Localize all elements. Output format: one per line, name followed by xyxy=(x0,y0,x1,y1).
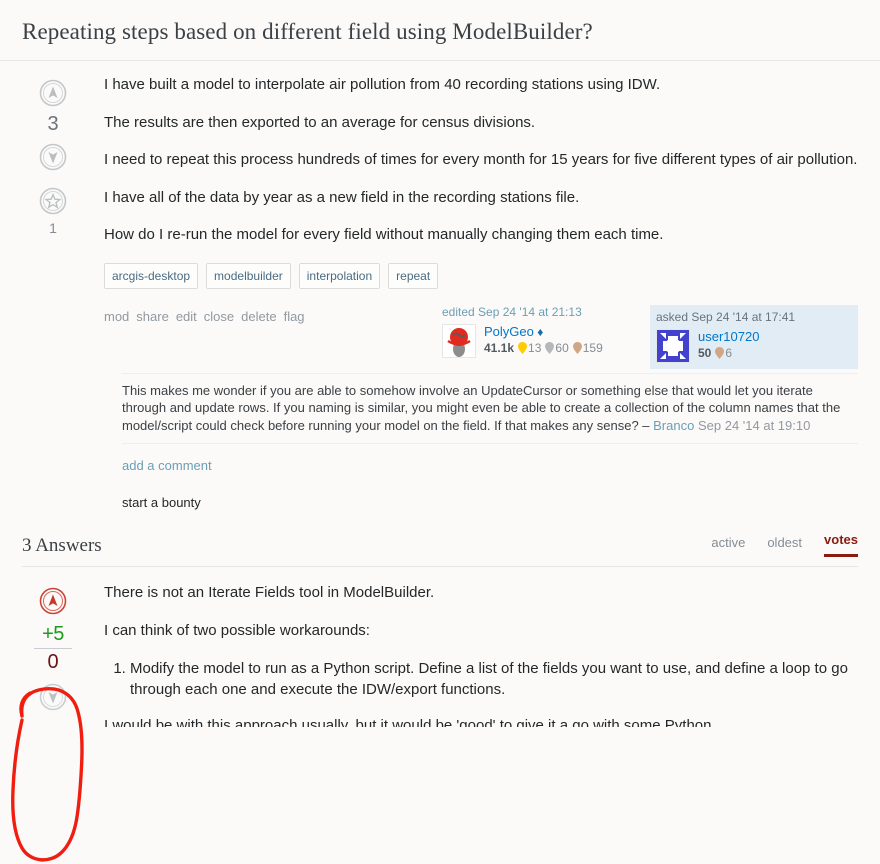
question-paragraph: How do I re-run the model for every fiel… xyxy=(104,226,664,243)
tag-list: arcgis-desktop modelbuilder interpolatio… xyxy=(104,262,858,289)
asked-timestamp[interactable]: asked Sep 24 '14 at 17:41 xyxy=(656,310,852,325)
editor-card: edited Sep 24 '14 at 21:13 PolyGeo ♦ 41.… xyxy=(442,305,638,358)
favorite-count: 1 xyxy=(49,220,57,236)
answer-sort-tabs: active oldest votes xyxy=(711,532,858,557)
answer: +5 0 There is not an Iterate Fields tool… xyxy=(0,567,880,727)
upvote-icon[interactable] xyxy=(39,79,67,107)
silver-badge-icon xyxy=(545,341,555,358)
moderator-diamond-icon: ♦ xyxy=(537,324,544,339)
start-bounty-link[interactable]: start a bounty xyxy=(122,495,858,510)
tab-votes[interactable]: votes xyxy=(824,532,858,557)
post-menu-edit[interactable]: edit xyxy=(176,309,197,324)
question-header: Repeating steps based on different field… xyxy=(0,0,880,61)
answer-paragraph: I can think of two possible workarounds: xyxy=(104,621,370,639)
question-main: 3 1 I have built a model to interpolate … xyxy=(0,61,880,369)
question-paragraph: I need to repeat this process hundreds o… xyxy=(104,151,858,168)
question-body: I have built a model to interpolate air … xyxy=(104,75,858,245)
page-title: Repeating steps based on different field… xyxy=(22,19,593,44)
add-comment-link[interactable]: add a comment xyxy=(122,458,858,473)
answer-score-annotation-zero: 0 xyxy=(47,651,59,673)
post-menu-close[interactable]: close xyxy=(204,309,234,324)
tag-interpolation[interactable]: interpolation xyxy=(298,262,381,289)
question-paragraph: I have built a model to interpolate air … xyxy=(104,76,661,93)
avatar[interactable] xyxy=(656,328,690,363)
answer-vote-cell: +5 0 xyxy=(22,583,84,727)
post-menu-share[interactable]: share xyxy=(136,309,169,324)
comment-date: Sep 24 '14 at 19:10 xyxy=(697,417,811,433)
question-post-cell: I have built a model to interpolate air … xyxy=(84,75,858,369)
bronze-badge-count: 159 xyxy=(582,340,603,355)
answers-header: 3 Answers active oldest votes xyxy=(22,532,858,567)
edited-timestamp[interactable]: edited Sep 24 '14 at 21:13 xyxy=(442,305,638,320)
tab-active[interactable]: active xyxy=(711,535,745,557)
question-score: 3 xyxy=(47,113,59,135)
downvote-icon[interactable] xyxy=(39,143,67,171)
list-item: Modify the model to run as a Python scri… xyxy=(130,658,858,700)
post-menu: mod share edit close delete flag xyxy=(104,305,312,324)
clipped-answer-line: I would be with this approach usually, b… xyxy=(104,717,712,727)
avatar[interactable] xyxy=(442,323,476,358)
answers-count: 3 Answers xyxy=(22,535,102,556)
question-paragraph: I have all of the data by year as a new … xyxy=(104,188,580,206)
gold-badge-icon xyxy=(518,341,528,358)
tab-oldest[interactable]: oldest xyxy=(767,535,802,557)
bronze-badge-icon xyxy=(715,346,725,363)
post-menu-flag[interactable]: flag xyxy=(284,309,305,324)
answer-paragraph: There is not an Iterate Fields tool in M… xyxy=(104,584,435,601)
favorite-star-icon[interactable] xyxy=(22,187,84,215)
answer-score-annotation-add: +5 xyxy=(42,623,64,645)
owner-reputation: 50 xyxy=(698,345,712,360)
comment-user[interactable]: Branco xyxy=(653,418,694,433)
question-vote-cell: 3 1 xyxy=(22,75,84,369)
tag-repeat[interactable]: repeat xyxy=(388,262,439,289)
question-paragraph: The results are then exported to an aver… xyxy=(104,113,536,131)
score-divider xyxy=(34,648,72,649)
comment-list: This makes me wonder if you are able to … xyxy=(84,372,880,510)
post-menu-delete[interactable]: delete xyxy=(241,309,276,324)
owner-bronze-count: 6 xyxy=(725,345,733,360)
bronze-badge-icon xyxy=(572,341,582,358)
editor-name[interactable]: PolyGeo xyxy=(484,324,534,339)
owner-card: asked Sep 24 '14 at 17:41 user10720 50 6 xyxy=(650,304,858,369)
owner-name[interactable]: user10720 xyxy=(698,329,759,344)
gold-badge-count: 13 xyxy=(528,340,542,355)
comment: This makes me wonder if you are able to … xyxy=(122,372,858,444)
answer-body: There is not an Iterate Fields tool in M… xyxy=(84,583,858,727)
question-page: Repeating steps based on different field… xyxy=(0,0,880,864)
upvote-icon[interactable] xyxy=(39,587,67,615)
tag-modelbuilder[interactable]: modelbuilder xyxy=(206,262,291,289)
question-footer: mod share edit close delete flag edited Sep 2… xyxy=(104,304,858,369)
post-menu-mod[interactable]: mod xyxy=(104,309,129,324)
answer-ordered-list: Modify the model to run as a Python scri… xyxy=(104,658,858,700)
silver-badge-count: 60 xyxy=(555,340,569,355)
comment-body: This makes me wonder if you are able to … xyxy=(122,382,858,435)
post-signatures: edited Sep 24 '14 at 21:13 PolyGeo ♦ 41.… xyxy=(442,304,858,369)
editor-reputation: 41.1k xyxy=(484,340,515,355)
tag-arcgis-desktop[interactable]: arcgis-desktop xyxy=(104,262,199,289)
downvote-icon[interactable] xyxy=(39,683,67,711)
